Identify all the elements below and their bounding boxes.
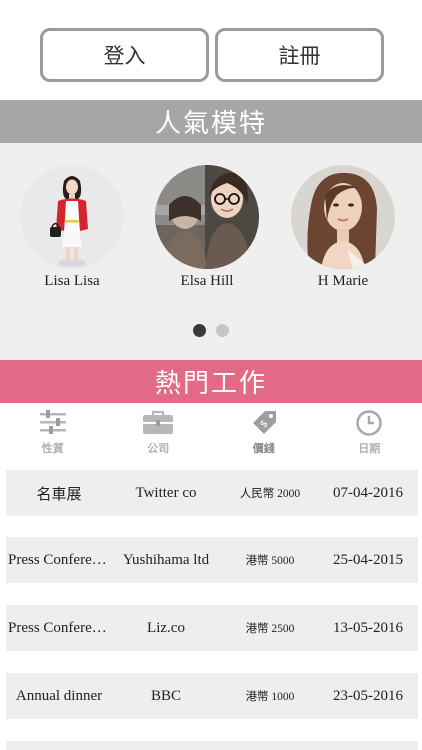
price-tag-icon: $ xyxy=(248,408,280,438)
filter-label: 性質 xyxy=(41,442,64,455)
job-company: Twitter co xyxy=(135,484,197,501)
job-filter-bar: 性質 公司 $ 價錢 日期 xyxy=(0,408,422,464)
filter-date[interactable]: 日期 xyxy=(317,408,422,464)
job-date: 07-04-2016 xyxy=(333,484,403,501)
job-row[interactable]: Press Conference Yushihama ltd 港幣 5000 2… xyxy=(6,537,418,583)
filter-nature[interactable]: 性質 xyxy=(0,408,106,464)
carousel-dot-active[interactable] xyxy=(193,324,206,337)
job-date: 23-05-2016 xyxy=(333,687,403,704)
model-card[interactable]: Elsa Hill xyxy=(155,165,259,290)
model-card[interactable]: H Marie xyxy=(291,165,395,290)
job-company: BBC xyxy=(150,687,181,704)
job-company: Yushihama ltd xyxy=(122,551,210,568)
auth-buttons: 登入 註冊 xyxy=(40,28,384,83)
job-type: Press Conference xyxy=(8,551,110,568)
filter-price[interactable]: $ 價錢 xyxy=(211,408,317,464)
job-price: 港幣 5000 xyxy=(245,555,295,567)
models-section-title: 人氣模特 xyxy=(0,100,422,143)
job-row[interactable]: Annual dinner BBC 港幣 1000 23-05-2016 xyxy=(6,673,418,719)
job-type: Annual dinner xyxy=(15,687,103,704)
models-carousel[interactable]: Lisa Lisa Elsa Hill H Marie xyxy=(0,143,422,360)
filter-label: 公司 xyxy=(147,442,170,455)
job-price: 港幣 2500 xyxy=(245,623,295,635)
filter-company[interactable]: 公司 xyxy=(106,408,212,464)
job-type: Press Conference xyxy=(8,619,110,636)
job-type: 名車展 xyxy=(36,486,82,503)
model-name: H Marie xyxy=(317,273,369,289)
login-button[interactable]: 登入 xyxy=(40,28,209,82)
filter-label: 日期 xyxy=(358,442,381,455)
job-price: 人民幣 2000 xyxy=(239,488,301,500)
sliders-icon xyxy=(37,408,69,438)
register-button[interactable]: 註冊 xyxy=(215,28,384,82)
briefcase-icon xyxy=(142,408,174,438)
job-date: 25-04-2015 xyxy=(333,551,403,568)
app-screen: 登入 註冊 人氣模特 Lisa Lisa Elsa Hill H Marie 熱… xyxy=(0,0,422,750)
jobs-section-title: 熱門工作 xyxy=(0,360,422,403)
model-photo xyxy=(155,165,259,269)
clock-icon xyxy=(353,408,385,438)
job-company: Liz.co xyxy=(147,619,185,636)
job-row[interactable]: 名車展 Twitter co 人民幣 2000 07-04-2016 xyxy=(6,470,418,516)
job-row-partial[interactable] xyxy=(6,741,418,750)
filter-label: 價錢 xyxy=(252,442,275,455)
model-photo xyxy=(291,165,395,269)
model-name: Elsa Hill xyxy=(180,273,234,289)
model-name: Lisa Lisa xyxy=(44,273,100,289)
model-photo xyxy=(20,165,124,269)
job-row[interactable]: Press Conference Liz.co 港幣 2500 13-05-20… xyxy=(6,605,418,651)
job-date: 13-05-2016 xyxy=(333,619,403,636)
job-price: 港幣 1000 xyxy=(245,691,295,703)
model-card[interactable]: Lisa Lisa xyxy=(20,165,124,290)
carousel-page-indicator xyxy=(0,324,422,337)
carousel-dot[interactable] xyxy=(216,324,229,337)
